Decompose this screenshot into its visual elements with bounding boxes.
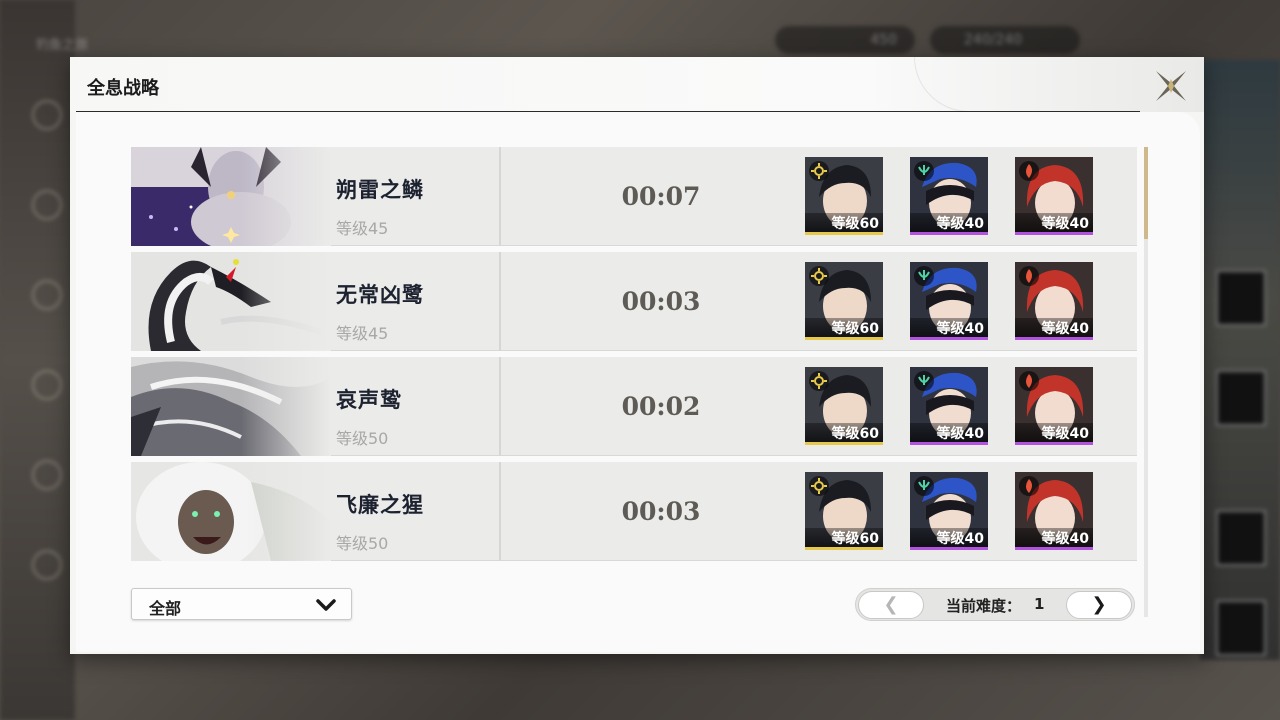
boss-level: 等级45	[336, 219, 389, 238]
boss-level: 等级50	[336, 429, 389, 448]
close-button[interactable]	[1150, 65, 1192, 107]
difficulty-pager: ❮ 当前难度： 1 ❯	[855, 588, 1135, 621]
portrait-fade	[241, 147, 331, 246]
clear-time: 00:07	[621, 182, 701, 211]
background-menu-icon	[32, 370, 62, 400]
team-member-avatar[interactable]: 等级60	[805, 157, 883, 235]
dialog-header: 全息战略	[70, 57, 1204, 112]
aero-element-icon	[914, 476, 934, 496]
fusion-element-icon	[1019, 476, 1039, 496]
rarity-bar	[805, 442, 883, 445]
clear-time: 00:02	[621, 392, 701, 421]
background-slot	[1216, 510, 1266, 566]
fusion-element-icon	[1019, 266, 1039, 286]
boss-row[interactable]: 飞廉之猩 等级50 00:03 等级60 等级40 等级40	[131, 462, 1137, 561]
background-back-label: 钓鱼之旅	[36, 38, 89, 53]
chevron-down-icon	[316, 599, 336, 611]
aero-element-icon	[914, 161, 934, 181]
list-scrollbar-thumb[interactable]	[1144, 147, 1148, 239]
rarity-bar	[1015, 337, 1093, 340]
aero-element-icon	[914, 266, 934, 286]
background-currency: 450	[775, 26, 915, 54]
boss-name: 飞廉之猩	[336, 493, 424, 517]
background-slot	[1216, 600, 1266, 656]
boss-portrait	[131, 462, 331, 561]
rarity-bar	[910, 337, 988, 340]
rarity-bar	[1015, 232, 1093, 235]
team-member-avatar[interactable]: 等级40	[1015, 157, 1093, 235]
close-icon	[1156, 71, 1186, 101]
boss-level: 等级50	[336, 534, 389, 553]
background-menu-icon	[32, 190, 62, 220]
spectro-element-icon	[809, 476, 829, 496]
background-stamina: 240/240	[930, 26, 1080, 54]
team-member-avatar[interactable]: 等级60	[805, 472, 883, 550]
rarity-bar	[805, 547, 883, 550]
difficulty-value: 1	[1034, 595, 1045, 613]
boss-level: 等级45	[336, 324, 389, 343]
portrait-fade	[241, 357, 331, 456]
team-member-avatar[interactable]: 等级40	[910, 157, 988, 235]
background-right-panel	[1200, 60, 1280, 660]
rarity-bar	[910, 442, 988, 445]
portrait-fade	[241, 462, 331, 561]
team-member-avatar[interactable]: 等级40	[910, 472, 988, 550]
previous-difficulty-button[interactable]: ❮	[858, 591, 924, 619]
boss-portrait	[131, 147, 331, 246]
next-difficulty-button[interactable]: ❯	[1066, 591, 1132, 619]
spectro-element-icon	[809, 371, 829, 391]
background-left-menu	[0, 0, 75, 720]
team-member-avatar[interactable]: 等级40	[1015, 367, 1093, 445]
filter-selected-value: 全部	[149, 599, 182, 618]
boss-row[interactable]: 无常凶鹭 等级45 00:03 等级60 等级40 等级40	[131, 252, 1137, 351]
background-menu-icon	[32, 460, 62, 490]
background-slot	[1216, 270, 1266, 326]
difficulty-label: 当前难度：	[946, 597, 1022, 615]
rarity-bar	[805, 232, 883, 235]
row-divider	[499, 462, 501, 561]
team-member-avatar[interactable]: 等级40	[1015, 262, 1093, 340]
team-member-avatar[interactable]: 等级40	[910, 367, 988, 445]
team-member-avatar[interactable]: 等级60	[805, 262, 883, 340]
rarity-bar	[1015, 547, 1093, 550]
fusion-element-icon	[1019, 371, 1039, 391]
boss-row[interactable]: 哀声鸷 等级50 00:02 等级60 等级40 等级40	[131, 357, 1137, 456]
team-member-avatar[interactable]: 等级60	[805, 367, 883, 445]
team-member-avatar[interactable]: 等级40	[1015, 472, 1093, 550]
row-divider	[499, 252, 501, 351]
aero-element-icon	[914, 371, 934, 391]
boss-portrait	[131, 252, 331, 351]
background-menu-icon	[32, 550, 62, 580]
boss-name: 哀声鸷	[336, 388, 402, 412]
dialog-title: 全息战略	[87, 78, 159, 99]
rarity-bar	[1015, 442, 1093, 445]
row-divider	[499, 147, 501, 246]
boss-portrait	[131, 357, 331, 456]
spectro-element-icon	[809, 161, 829, 181]
clear-time: 00:03	[621, 497, 701, 526]
header-decoration	[914, 57, 1134, 112]
rarity-bar	[910, 547, 988, 550]
spectro-element-icon	[809, 266, 829, 286]
filter-dropdown[interactable]: 全部	[131, 588, 352, 620]
boss-record-list[interactable]: 朔雷之鳞 等级45 00:07 等级60 等级40 等级40 无常凶鹭 等级45…	[131, 147, 1137, 617]
portrait-fade	[241, 252, 331, 351]
boss-name: 朔雷之鳞	[336, 178, 424, 202]
holographic-strategy-dialog: 全息战略 朔雷之鳞 等级45 00:07 等级60 等级40 等级40 无常凶鹭…	[70, 57, 1204, 654]
background-menu-icon	[32, 280, 62, 310]
fusion-element-icon	[1019, 161, 1039, 181]
background-slot	[1216, 370, 1266, 426]
team-member-avatar[interactable]: 等级40	[910, 262, 988, 340]
boss-row[interactable]: 朔雷之鳞 等级45 00:07 等级60 等级40 等级40	[131, 147, 1137, 246]
background-menu-icon	[32, 100, 62, 130]
clear-time: 00:03	[621, 287, 701, 316]
rarity-bar	[910, 232, 988, 235]
rarity-bar	[805, 337, 883, 340]
boss-name: 无常凶鹭	[336, 283, 424, 307]
row-divider	[499, 357, 501, 456]
